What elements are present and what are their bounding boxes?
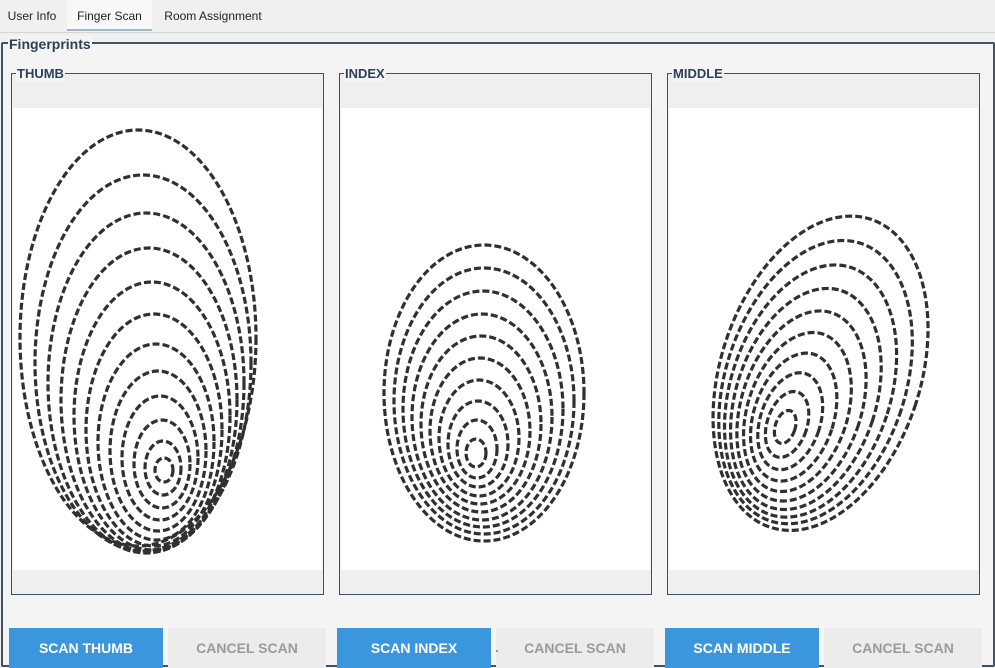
status-dot bbox=[496, 650, 498, 652]
tab-bar: User Info Finger Scan Room Assignment bbox=[0, 0, 995, 33]
cancel-thumb-scan-button[interactable]: CANCEL SCAN bbox=[168, 628, 326, 668]
cancel-index-scan-button[interactable]: CANCEL SCAN bbox=[496, 628, 654, 668]
index-fingerprint-image bbox=[341, 108, 650, 570]
fingerprints-group-title: Fingerprints bbox=[8, 36, 92, 52]
middle-frame: MIDDLE SCAN MIDDLE CANCEL SCAN bbox=[665, 66, 982, 668]
thumb-frame: THUMB SCAN THUMB CANCEL SCAN bbox=[9, 66, 326, 668]
fingerprints-group: Fingerprints THUMB SCAN THUMB CANCEL SCA… bbox=[1, 36, 995, 668]
index-frame: INDEX SCAN INDEX CANCEL SCAN bbox=[337, 66, 654, 668]
thumb-label: THUMB bbox=[16, 66, 65, 81]
scan-thumb-button[interactable]: SCAN THUMB bbox=[9, 628, 163, 668]
thumb-fingerprint-image bbox=[13, 108, 322, 570]
tab-room-assignment[interactable]: Room Assignment bbox=[155, 0, 271, 31]
scan-index-button[interactable]: SCAN INDEX bbox=[337, 628, 491, 668]
tab-finger-scan[interactable]: Finger Scan bbox=[67, 0, 152, 31]
cancel-middle-scan-button[interactable]: CANCEL SCAN bbox=[824, 628, 982, 668]
scan-middle-button[interactable]: SCAN MIDDLE bbox=[665, 628, 819, 668]
middle-fingerprint-image bbox=[669, 108, 978, 570]
index-label: INDEX bbox=[344, 66, 386, 81]
tab-user-info[interactable]: User Info bbox=[0, 0, 64, 31]
middle-label: MIDDLE bbox=[672, 66, 724, 81]
